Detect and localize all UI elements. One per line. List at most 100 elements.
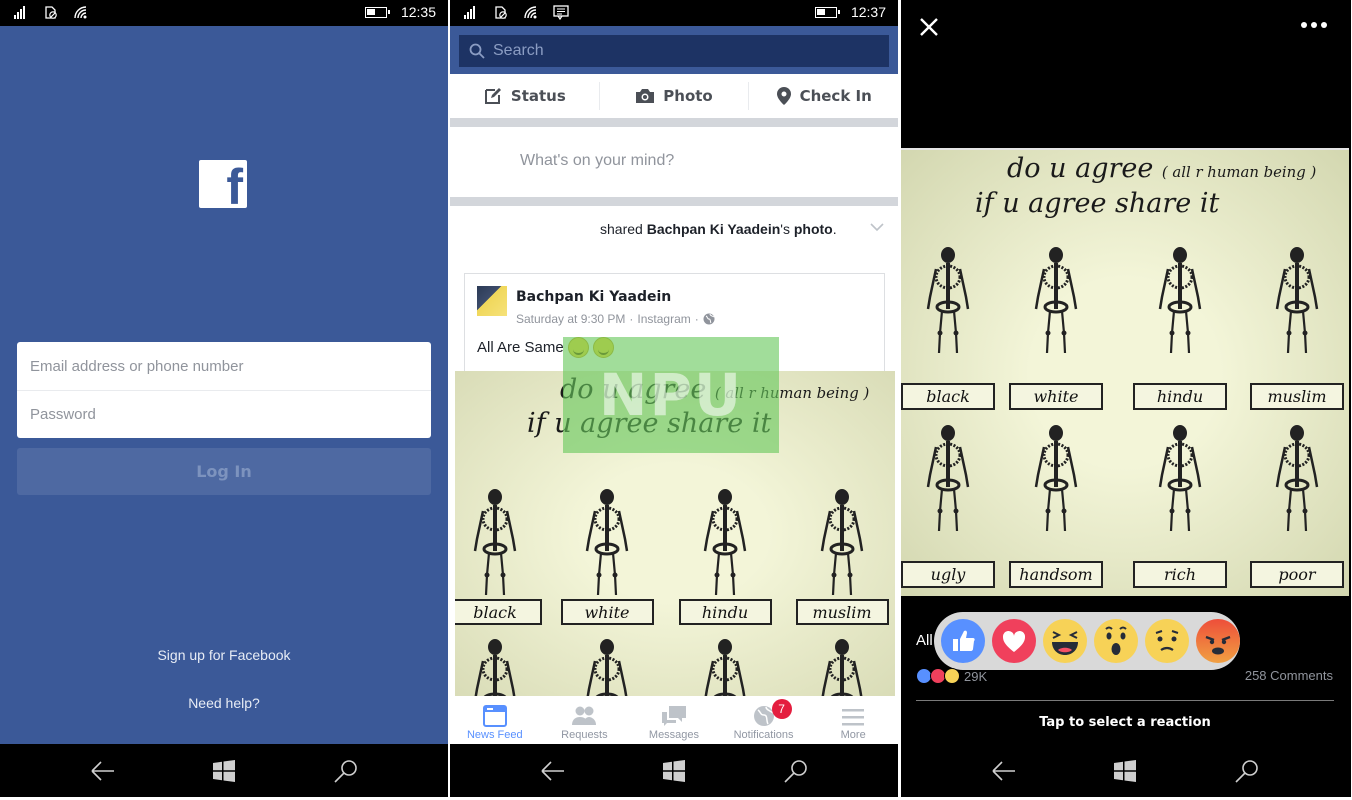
- system-nav-bar: [0, 744, 448, 797]
- clock: 12:37: [850, 4, 886, 20]
- meme-label: hindu: [678, 599, 772, 625]
- tab-label: Messages: [648, 729, 700, 741]
- tab-requests[interactable]: Requests: [540, 696, 630, 744]
- meme-label: white: [1009, 383, 1103, 410]
- page-avatar[interactable]: [477, 286, 507, 316]
- search-input[interactable]: Search: [459, 35, 889, 67]
- bottom-tab-bar: News Feed Requests Messages 7 Notificati…: [450, 696, 898, 744]
- skeleton-figure: [579, 637, 635, 696]
- reaction-like[interactable]: [941, 619, 985, 663]
- tab-notifications[interactable]: 7 Notifications: [719, 696, 809, 744]
- status-button[interactable]: Status: [450, 82, 600, 110]
- reaction-angry[interactable]: [1196, 619, 1240, 663]
- globe-privacy-icon: [703, 313, 715, 325]
- login-button[interactable]: Log In: [17, 448, 431, 495]
- skeleton-figure: [1269, 423, 1325, 537]
- hamburger-icon: [842, 709, 865, 726]
- tab-label: More: [840, 729, 866, 741]
- email-field[interactable]: Email address or phone number: [17, 342, 431, 390]
- news-feed-icon: [482, 705, 507, 727]
- reaction-sad[interactable]: [1145, 619, 1189, 663]
- password-field[interactable]: Password: [17, 390, 431, 438]
- shared-prefix: shared: [600, 221, 647, 237]
- reaction-summary[interactable]: 29K: [916, 668, 987, 684]
- shared-photo-link[interactable]: photo: [794, 221, 833, 237]
- reaction-love[interactable]: [992, 619, 1036, 663]
- sim2-no-signal-icon: [45, 6, 57, 19]
- friend-requests-icon: [572, 706, 597, 725]
- comments-count[interactable]: 258 Comments: [1245, 668, 1333, 683]
- search-icon[interactable]: [332, 757, 360, 785]
- reaction-hint: Tap to select a reaction: [1039, 715, 1211, 730]
- message-notification-icon: [553, 5, 569, 20]
- notification-badge: 7: [771, 699, 792, 719]
- checkin-button[interactable]: Check In: [749, 82, 898, 110]
- skeleton-figure: [467, 487, 523, 601]
- system-nav-bar: [901, 744, 1351, 797]
- shared-page-link[interactable]: Bachpan Ki Yaadein: [647, 221, 781, 237]
- search-icon: [469, 43, 485, 59]
- tab-more[interactable]: More: [808, 696, 898, 744]
- skeleton-figure: [1028, 423, 1084, 537]
- signal-icon: [12, 4, 30, 20]
- npu-watermark: NPU: [563, 337, 779, 453]
- skeleton-figure: [1152, 423, 1208, 537]
- back-icon[interactable]: [88, 757, 116, 785]
- heart-icon: [1002, 630, 1026, 652]
- photo-viewer-screen: do u agree ( all r human being ) if u agr…: [901, 0, 1351, 797]
- meme-label: rich: [1133, 561, 1227, 588]
- skeleton-figure: [1028, 245, 1084, 359]
- skeleton-figure: [579, 487, 635, 601]
- checkin-label: Check In: [799, 87, 872, 105]
- viewer-photo[interactable]: do u agree ( all r human being ) if u agr…: [901, 148, 1349, 596]
- post-author[interactable]: Bachpan Ki Yaadein: [516, 289, 671, 305]
- search-icon[interactable]: [1233, 757, 1261, 785]
- news-feed-screen: 12:37 Search Status Photo Check In What'…: [450, 0, 898, 797]
- skeleton-figure: [697, 487, 753, 601]
- surprised-face-icon: [1105, 626, 1127, 655]
- laughing-face-icon: [1052, 631, 1078, 655]
- tab-news-feed[interactable]: News Feed: [450, 696, 540, 744]
- more-options-icon[interactable]: [1301, 22, 1327, 28]
- status-label: Status: [510, 87, 566, 105]
- windows-start-icon[interactable]: [210, 757, 238, 785]
- skeleton-figure: [920, 423, 976, 537]
- close-icon[interactable]: [919, 17, 939, 37]
- need-help-link[interactable]: Need help?: [0, 695, 448, 711]
- wifi-icon: [74, 6, 87, 19]
- signal-icon: [462, 4, 480, 20]
- skeleton-figure: [1152, 245, 1208, 359]
- shared-possessive: 's: [780, 221, 794, 237]
- system-nav-bar: [450, 744, 898, 797]
- status-prompt[interactable]: What's on your mind?: [520, 152, 674, 170]
- post-meta: Saturday at 9:30 PM · Instagram ·: [516, 312, 715, 326]
- signup-link[interactable]: Sign up for Facebook: [0, 647, 448, 663]
- reaction-haha[interactable]: [1043, 619, 1087, 663]
- tab-messages[interactable]: Messages: [629, 696, 719, 744]
- battery-icon: [814, 6, 840, 18]
- post-time[interactable]: Saturday at 9:30 PM: [516, 312, 625, 326]
- story-header: shared Bachpan Ki Yaadein's photo.: [600, 221, 837, 237]
- status-bar: 12:35: [0, 0, 448, 26]
- windows-start-icon[interactable]: [1111, 757, 1139, 785]
- app-header: Search: [450, 26, 898, 74]
- windows-start-icon[interactable]: [660, 757, 688, 785]
- back-icon[interactable]: [989, 757, 1017, 785]
- meta-separator: ·: [694, 312, 699, 326]
- meme-label: white: [560, 599, 654, 625]
- caption-text: All: [916, 632, 933, 649]
- search-icon[interactable]: [782, 757, 810, 785]
- photo-label: Photo: [663, 87, 713, 105]
- clock: 12:35: [400, 4, 436, 20]
- post-caption: All Are Same: [477, 339, 564, 356]
- photo-button[interactable]: Photo: [600, 82, 750, 110]
- divider: [916, 700, 1334, 701]
- tab-label: Notifications: [733, 729, 794, 741]
- meme-label: poor: [1250, 561, 1344, 588]
- meta-separator: ·: [629, 312, 634, 326]
- chevron-down-icon[interactable]: [870, 220, 884, 234]
- post-source: Instagram: [637, 312, 691, 326]
- reaction-wow[interactable]: [1094, 619, 1138, 663]
- back-icon[interactable]: [538, 757, 566, 785]
- meme-label: muslim: [795, 599, 889, 625]
